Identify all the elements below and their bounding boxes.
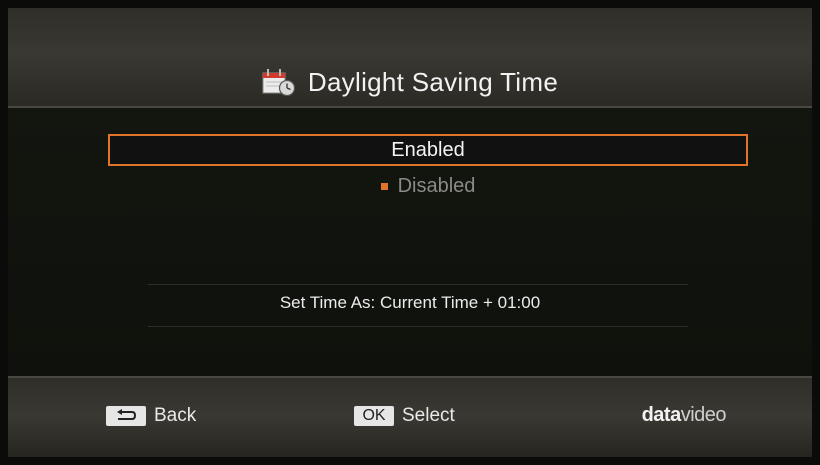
option-enabled-label: Enabled [391, 138, 465, 161]
menu-frame: Daylight Saving Time Enabled Disabled Se… [8, 8, 812, 457]
logo-data: data [641, 404, 682, 426]
back-button[interactable]: Back [106, 404, 196, 428]
back-label: Back [154, 405, 197, 426]
option-enabled[interactable]: Enabled [108, 134, 748, 166]
selected-bullet-icon [380, 182, 388, 190]
status-text: Set Time As: Current Time + 01:00 [279, 293, 541, 312]
header-bar: Daylight Saving Time [8, 8, 812, 108]
back-arrow-icon [106, 406, 146, 426]
title-row: Daylight Saving Time [8, 64, 812, 100]
option-disabled[interactable]: Disabled [108, 170, 748, 202]
page-title: Daylight Saving Time [307, 66, 559, 97]
options-panel: Enabled Disabled Set Time As: Current Ti… [8, 108, 812, 376]
divider-top [148, 284, 688, 285]
divider-bottom [148, 326, 688, 327]
select-label: Select [402, 405, 455, 426]
option-disabled-label: Disabled [397, 174, 476, 197]
datavideo-logo: datavideo [641, 404, 727, 427]
logo-video: video [680, 404, 727, 426]
calendar-clock-icon [262, 67, 296, 97]
screen: Daylight Saving Time Enabled Disabled Se… [0, 0, 820, 465]
select-button[interactable]: OK Select [354, 404, 455, 428]
ok-key: OK [354, 406, 394, 426]
footer-bar: Back OK Select datavideo [8, 376, 812, 457]
